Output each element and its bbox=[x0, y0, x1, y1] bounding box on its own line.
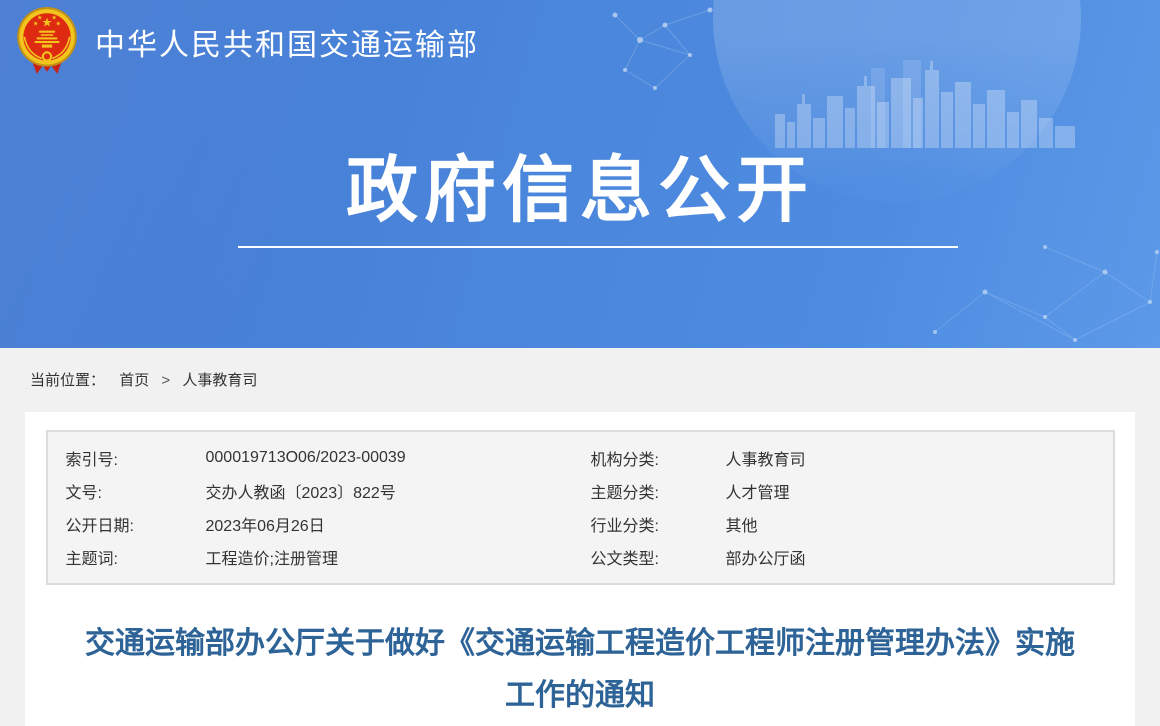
meta-value-industry-category: 其他 bbox=[726, 512, 1113, 536]
meta-label-doc-type: 公文类型: bbox=[591, 545, 726, 569]
national-emblem-icon: ★ ★ ★ ★ ★ bbox=[14, 6, 80, 78]
meta-value-doc-number: 交办人教函〔2023〕822号 bbox=[206, 479, 591, 503]
table-row: 主题词: 工程造价;注册管理 公文类型: 部办公厅函 bbox=[48, 541, 1113, 574]
svg-text:★: ★ bbox=[33, 21, 39, 28]
breadcrumb-link-home[interactable]: 首页 bbox=[119, 372, 149, 389]
table-row: 文号: 交办人教函〔2023〕822号 主题分类: 人才管理 bbox=[48, 474, 1113, 507]
breadcrumb-label: 当前位置： bbox=[30, 372, 105, 389]
table-row: 公开日期: 2023年06月26日 行业分类: 其他 bbox=[48, 508, 1113, 541]
constellation-decoration-bottom bbox=[925, 232, 1160, 348]
meta-label-topic-category: 主题分类: bbox=[591, 479, 726, 503]
meta-label-publish-date: 公开日期: bbox=[66, 512, 206, 536]
main-content-area: 当前位置： 首页 > 人事教育司 索引号: 000019713O06/2023-… bbox=[0, 348, 1160, 726]
banner: ★ ★ ★ ★ ★ 中华人民共和国交通运输部 政府信息公开 bbox=[0, 0, 1160, 348]
city-skyline-graphic bbox=[775, 56, 1075, 148]
meta-label-doc-number: 文号: bbox=[66, 479, 206, 503]
meta-value-doc-type: 部办公厅函 bbox=[726, 545, 1113, 569]
site-name: 中华人民共和国交通运输部 bbox=[95, 20, 479, 64]
document-title: 交通运输部办公厅关于做好《交通运输工程造价工程师注册管理办法》实施工作的通知 bbox=[78, 618, 1083, 722]
svg-text:★: ★ bbox=[56, 21, 62, 28]
meta-value-org-category: 人事教育司 bbox=[726, 446, 1113, 470]
title-underline bbox=[238, 246, 958, 248]
meta-value-index: 000019713O06/2023-00039 bbox=[206, 449, 591, 467]
meta-label-keywords: 主题词: bbox=[66, 545, 206, 569]
meta-label-org-category: 机构分类: bbox=[591, 446, 726, 470]
meta-value-topic-category: 人才管理 bbox=[726, 479, 1113, 503]
table-row: 索引号: 000019713O06/2023-00039 机构分类: 人事教育司 bbox=[48, 441, 1113, 474]
breadcrumb-separator: > bbox=[161, 372, 170, 389]
content-card: 索引号: 000019713O06/2023-00039 机构分类: 人事教育司… bbox=[25, 412, 1135, 726]
meta-label-index: 索引号: bbox=[66, 446, 206, 470]
meta-label-industry-category: 行业分类: bbox=[591, 512, 726, 536]
breadcrumb-link-department[interactable]: 人事教育司 bbox=[182, 372, 257, 389]
meta-value-publish-date: 2023年06月26日 bbox=[206, 512, 591, 536]
svg-text:★: ★ bbox=[37, 14, 43, 21]
breadcrumb: 当前位置： 首页 > 人事教育司 bbox=[0, 348, 1160, 412]
meta-value-keywords: 工程造价;注册管理 bbox=[206, 545, 591, 569]
site-logo-link[interactable]: ★ ★ ★ ★ ★ 中华人民共和国交通运输部 bbox=[14, 6, 479, 78]
document-meta-table: 索引号: 000019713O06/2023-00039 机构分类: 人事教育司… bbox=[46, 430, 1115, 585]
constellation-decoration-top bbox=[595, 0, 725, 95]
page-title: 政府信息公开 bbox=[0, 153, 1160, 229]
